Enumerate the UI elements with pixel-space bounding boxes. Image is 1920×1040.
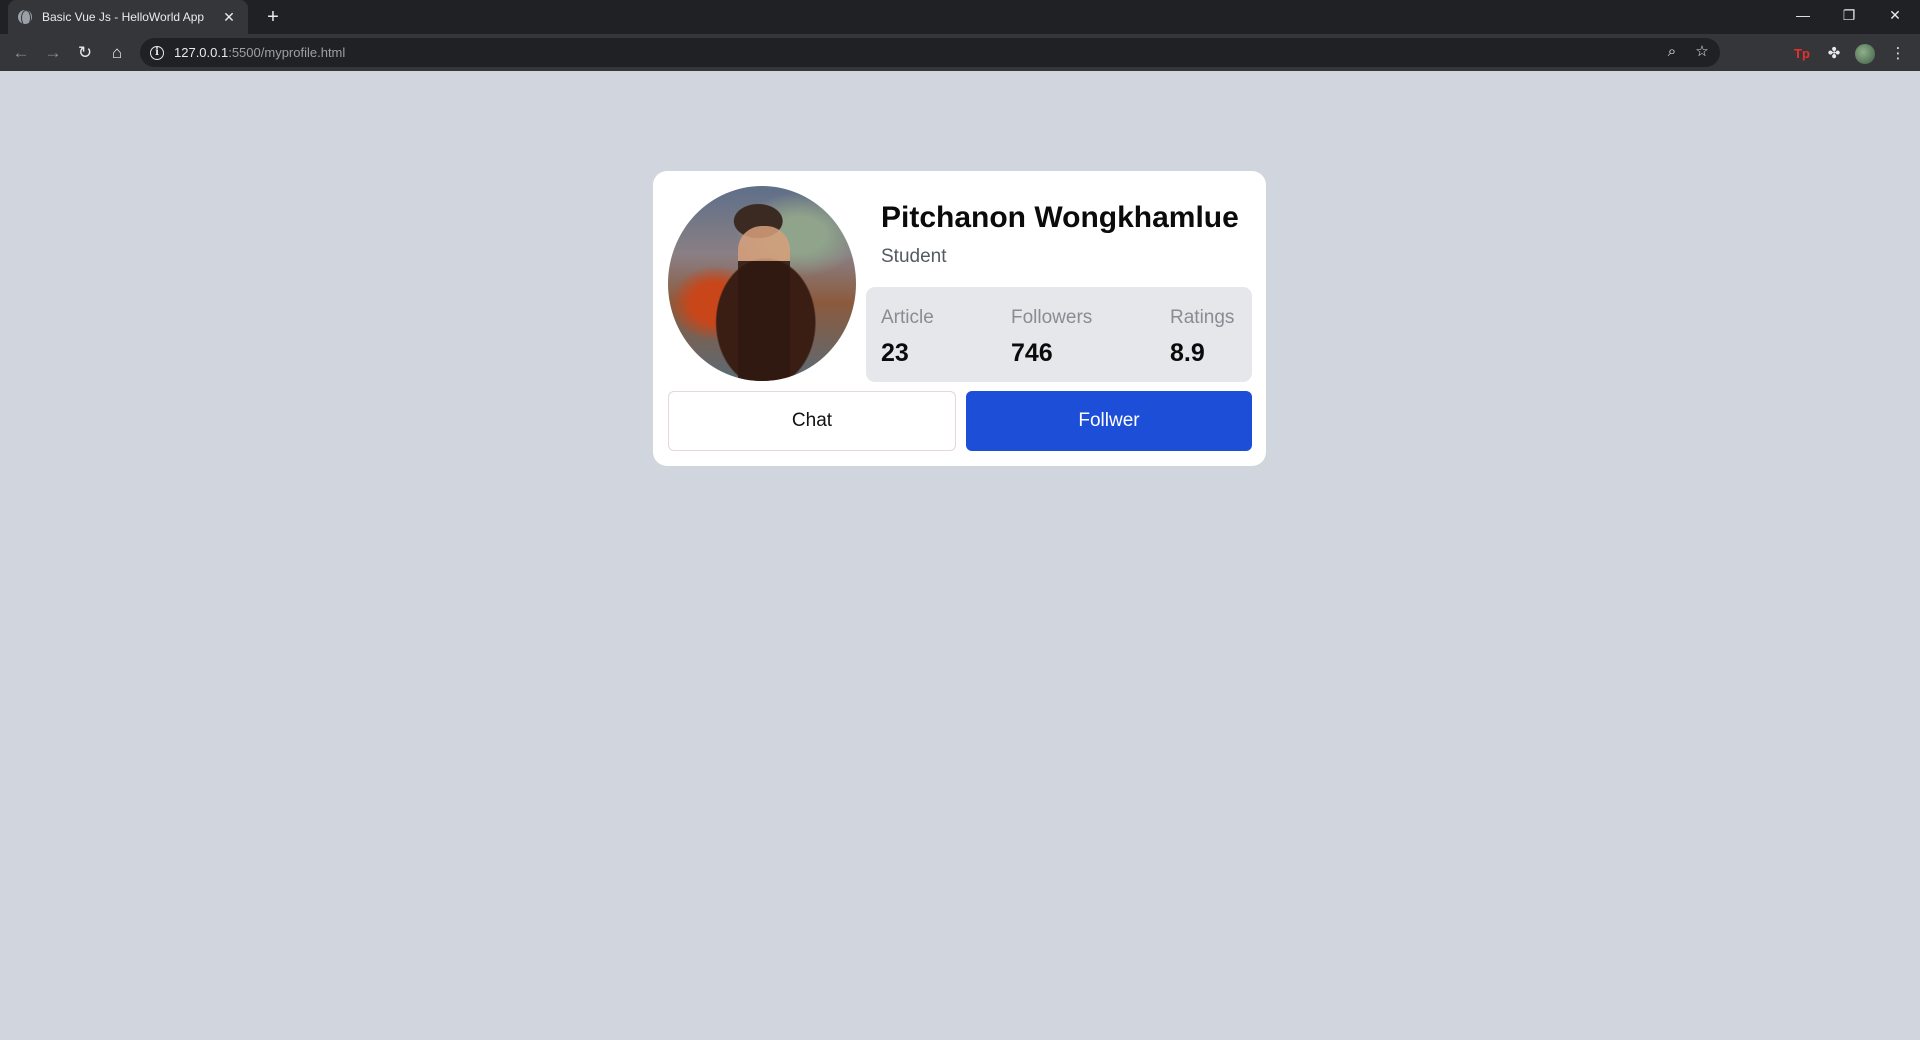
- stat-label: Ratings: [1170, 307, 1235, 328]
- stat-article: Article 23: [881, 307, 934, 368]
- stats-panel: Article 23 Followers 746 Ratings 8.9: [866, 287, 1252, 382]
- stat-value: 23: [881, 339, 909, 367]
- browser-toolbar: ← → ↻ ⌂ i 127.0.0.1 :5500/myprofile.html…: [0, 34, 1920, 71]
- profile-name: Pitchanon Wongkhamlue: [881, 201, 1239, 234]
- reload-button[interactable]: ↻: [72, 40, 98, 66]
- url-host: 127.0.0.1: [174, 45, 229, 60]
- stat-value: 8.9: [1170, 339, 1205, 367]
- new-tab-button[interactable]: +: [260, 4, 286, 30]
- url-path: :5500/myprofile.html: [228, 45, 346, 60]
- zoom-icon[interactable]: ⌕: [1662, 42, 1682, 62]
- extensions-puzzle-icon[interactable]: ✤: [1824, 44, 1844, 64]
- site-info-icon[interactable]: i: [150, 45, 164, 60]
- restore-button[interactable]: ❐: [1826, 0, 1872, 30]
- page-viewport: Pitchanon Wongkhamlue Student Article 23…: [0, 71, 1920, 1040]
- browser-tab[interactable]: Basic Vue Js - HelloWorld App ✕: [8, 0, 248, 34]
- minimize-button[interactable]: —: [1780, 0, 1826, 30]
- bookmark-star-icon[interactable]: ☆: [1692, 42, 1712, 62]
- profile-photo: [668, 186, 856, 381]
- profile-card: Pitchanon Wongkhamlue Student Article 23…: [653, 171, 1266, 466]
- address-bar[interactable]: i 127.0.0.1 :5500/myprofile.html ⌕ ☆: [140, 38, 1720, 67]
- home-button[interactable]: ⌂: [104, 40, 130, 66]
- profile-role: Student: [881, 246, 947, 267]
- tab-title: Basic Vue Js - HelloWorld App: [42, 10, 205, 24]
- follow-button[interactable]: Follwer: [966, 391, 1252, 451]
- extension-tp-icon[interactable]: Tp: [1792, 44, 1812, 64]
- forward-button[interactable]: →: [40, 40, 66, 66]
- stat-ratings: Ratings 8.9: [1170, 307, 1234, 368]
- person-figure: [738, 226, 790, 381]
- chat-button[interactable]: Chat: [668, 391, 956, 451]
- menu-kebab-icon[interactable]: ⋮: [1888, 44, 1908, 64]
- stat-value: 746: [1011, 339, 1053, 367]
- stat-label: Article: [881, 307, 934, 328]
- close-tab-icon[interactable]: ✕: [220, 9, 238, 26]
- browser-tab-strip: Basic Vue Js - HelloWorld App ✕ + — ❐ ✕: [0, 0, 1920, 34]
- stat-followers: Followers 746: [1011, 307, 1092, 368]
- close-window-button[interactable]: ✕: [1872, 0, 1918, 30]
- stat-label: Followers: [1011, 307, 1093, 328]
- back-button[interactable]: ←: [8, 40, 34, 66]
- globe-icon: [18, 10, 32, 24]
- profile-avatar-icon[interactable]: [1855, 44, 1875, 64]
